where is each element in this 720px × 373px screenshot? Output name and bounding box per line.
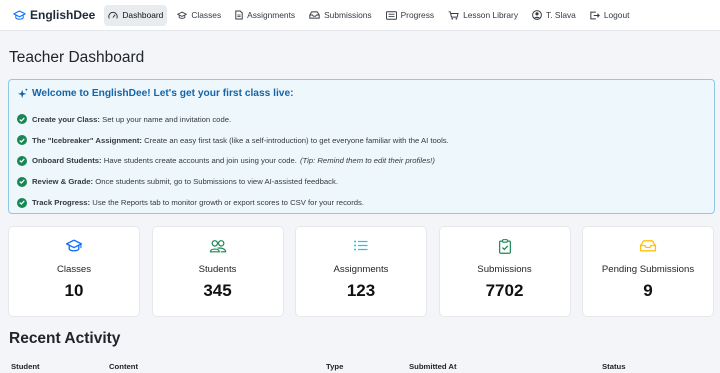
nav-dashboard-label: Dashboard	[122, 10, 164, 20]
nav-classes[interactable]: Classes	[173, 5, 225, 26]
stat-label: Submissions	[477, 264, 532, 275]
recent-activity-table-header: Student Content Type Submitted At Status	[0, 358, 720, 373]
nav-logout[interactable]: Logout	[586, 5, 634, 26]
column-header-submitted-at[interactable]: Submitted At	[409, 362, 457, 371]
stat-label: Students	[198, 264, 237, 275]
stat-value: 10	[64, 281, 84, 300]
stat-value: 7702	[485, 281, 524, 300]
stat-card-pending-submissions[interactable]: Pending Submissions 9	[582, 226, 714, 317]
stat-value: 123	[346, 281, 376, 300]
list-item: The "Icebreaker" Assignment: Create an e…	[17, 130, 449, 151]
stat-label: Pending Submissions	[601, 264, 695, 275]
user-circle-icon	[532, 10, 542, 20]
brand-name: EnglishDee	[30, 8, 96, 22]
stat-cards: Classes 10 Students 345 Assignments 123	[8, 226, 715, 317]
cart-icon	[448, 10, 459, 20]
step-text: Create an easy first task (like a self-i…	[144, 135, 449, 145]
welcome-title: Welcome to EnglishDee! Let's get your fi…	[32, 88, 294, 99]
list-icon	[354, 240, 368, 251]
onboarding-steps: Create your Class: Set up your name and …	[17, 109, 449, 213]
nav-user-profile[interactable]: T. Slava	[528, 5, 580, 26]
graduation-cap-icon	[177, 11, 188, 19]
nav-classes-label: Classes	[191, 10, 222, 20]
welcome-panel: Welcome to EnglishDee! Let's get your fi…	[8, 79, 715, 214]
column-header-content[interactable]: Content	[109, 362, 138, 371]
recent-activity-title: Recent Activity	[9, 330, 121, 347]
stat-card-assignments[interactable]: Assignments 123	[295, 226, 427, 317]
stat-card-students[interactable]: Students 345	[151, 226, 284, 317]
stat-value: 9	[643, 281, 653, 300]
file-icon	[235, 10, 243, 20]
step-text: Once students submit, go to Submissions …	[95, 177, 338, 187]
stat-value: 345	[203, 281, 232, 300]
check-circle-icon	[17, 197, 27, 208]
column-header-student[interactable]: Student	[11, 362, 40, 371]
welcome-header: Welcome to EnglishDee! Let's get your fi…	[18, 88, 294, 99]
stat-label: Classes	[56, 264, 92, 275]
list-item: Review & Grade: Once students submit, go…	[17, 171, 449, 192]
inbox-icon	[309, 11, 320, 19]
stat-label: Assignments	[333, 264, 389, 275]
step-tip: (Tip: Remind them to edit their profiles…	[299, 156, 435, 166]
stat-card-classes[interactable]: Classes 10	[8, 226, 140, 317]
nav-lesson-library-label: Lesson Library	[463, 10, 519, 20]
check-circle-icon	[17, 155, 27, 166]
list-item: Track Progress: Use the Reports tab to m…	[17, 192, 449, 213]
logout-icon	[590, 11, 600, 19]
step-text: Set up your name and invitation code.	[102, 114, 232, 124]
step-title: Onboard Students:	[32, 156, 102, 166]
list-item: Create your Class: Set up your name and …	[17, 109, 449, 130]
check-circle-icon	[17, 176, 27, 187]
people-icon	[209, 240, 226, 253]
sparkle-icon	[18, 88, 28, 99]
step-title: Create your Class:	[32, 114, 100, 124]
graduation-cap-icon	[65, 239, 83, 252]
step-title: Review & Grade:	[32, 177, 94, 187]
step-title: Track Progress:	[32, 198, 91, 208]
speedometer-icon	[108, 11, 119, 19]
clipboard-check-icon	[498, 239, 511, 254]
step-text: Use the Reports tab to monitor growth or…	[92, 198, 365, 208]
stat-card-submissions[interactable]: Submissions 7702	[438, 226, 571, 317]
nav-progress-label: Progress	[400, 10, 435, 20]
check-circle-icon	[17, 114, 27, 125]
nav-assignments-label: Assignments	[247, 10, 296, 20]
page-title: Teacher Dashboard	[9, 49, 145, 66]
nav-submissions-label: Submissions	[324, 10, 372, 20]
nav-dashboard[interactable]: Dashboard	[104, 4, 168, 26]
column-header-type[interactable]: Type	[326, 362, 343, 371]
step-text: Have students create accounts and join u…	[103, 156, 297, 166]
card-list-icon	[385, 10, 397, 20]
nav-progress[interactable]: Progress	[382, 5, 439, 26]
step-title: The "Icebreaker" Assignment:	[32, 135, 142, 145]
column-header-status[interactable]: Status	[602, 362, 626, 371]
nav-user-label: T. Slava	[546, 10, 576, 20]
list-item: Onboard Students: Have students create a…	[17, 151, 449, 172]
nav-assignments[interactable]: Assignments	[231, 5, 299, 26]
nav-submissions[interactable]: Submissions	[305, 5, 375, 26]
top-navbar: EnglishDee Dashboard Classes Assignments…	[0, 0, 720, 31]
nav-lesson-library[interactable]: Lesson Library	[444, 5, 522, 26]
graduation-cap-icon	[13, 10, 26, 20]
brand[interactable]: EnglishDee	[13, 8, 95, 22]
nav-logout-label: Logout	[603, 10, 630, 20]
inbox-icon	[639, 240, 657, 252]
check-circle-icon	[17, 135, 27, 146]
